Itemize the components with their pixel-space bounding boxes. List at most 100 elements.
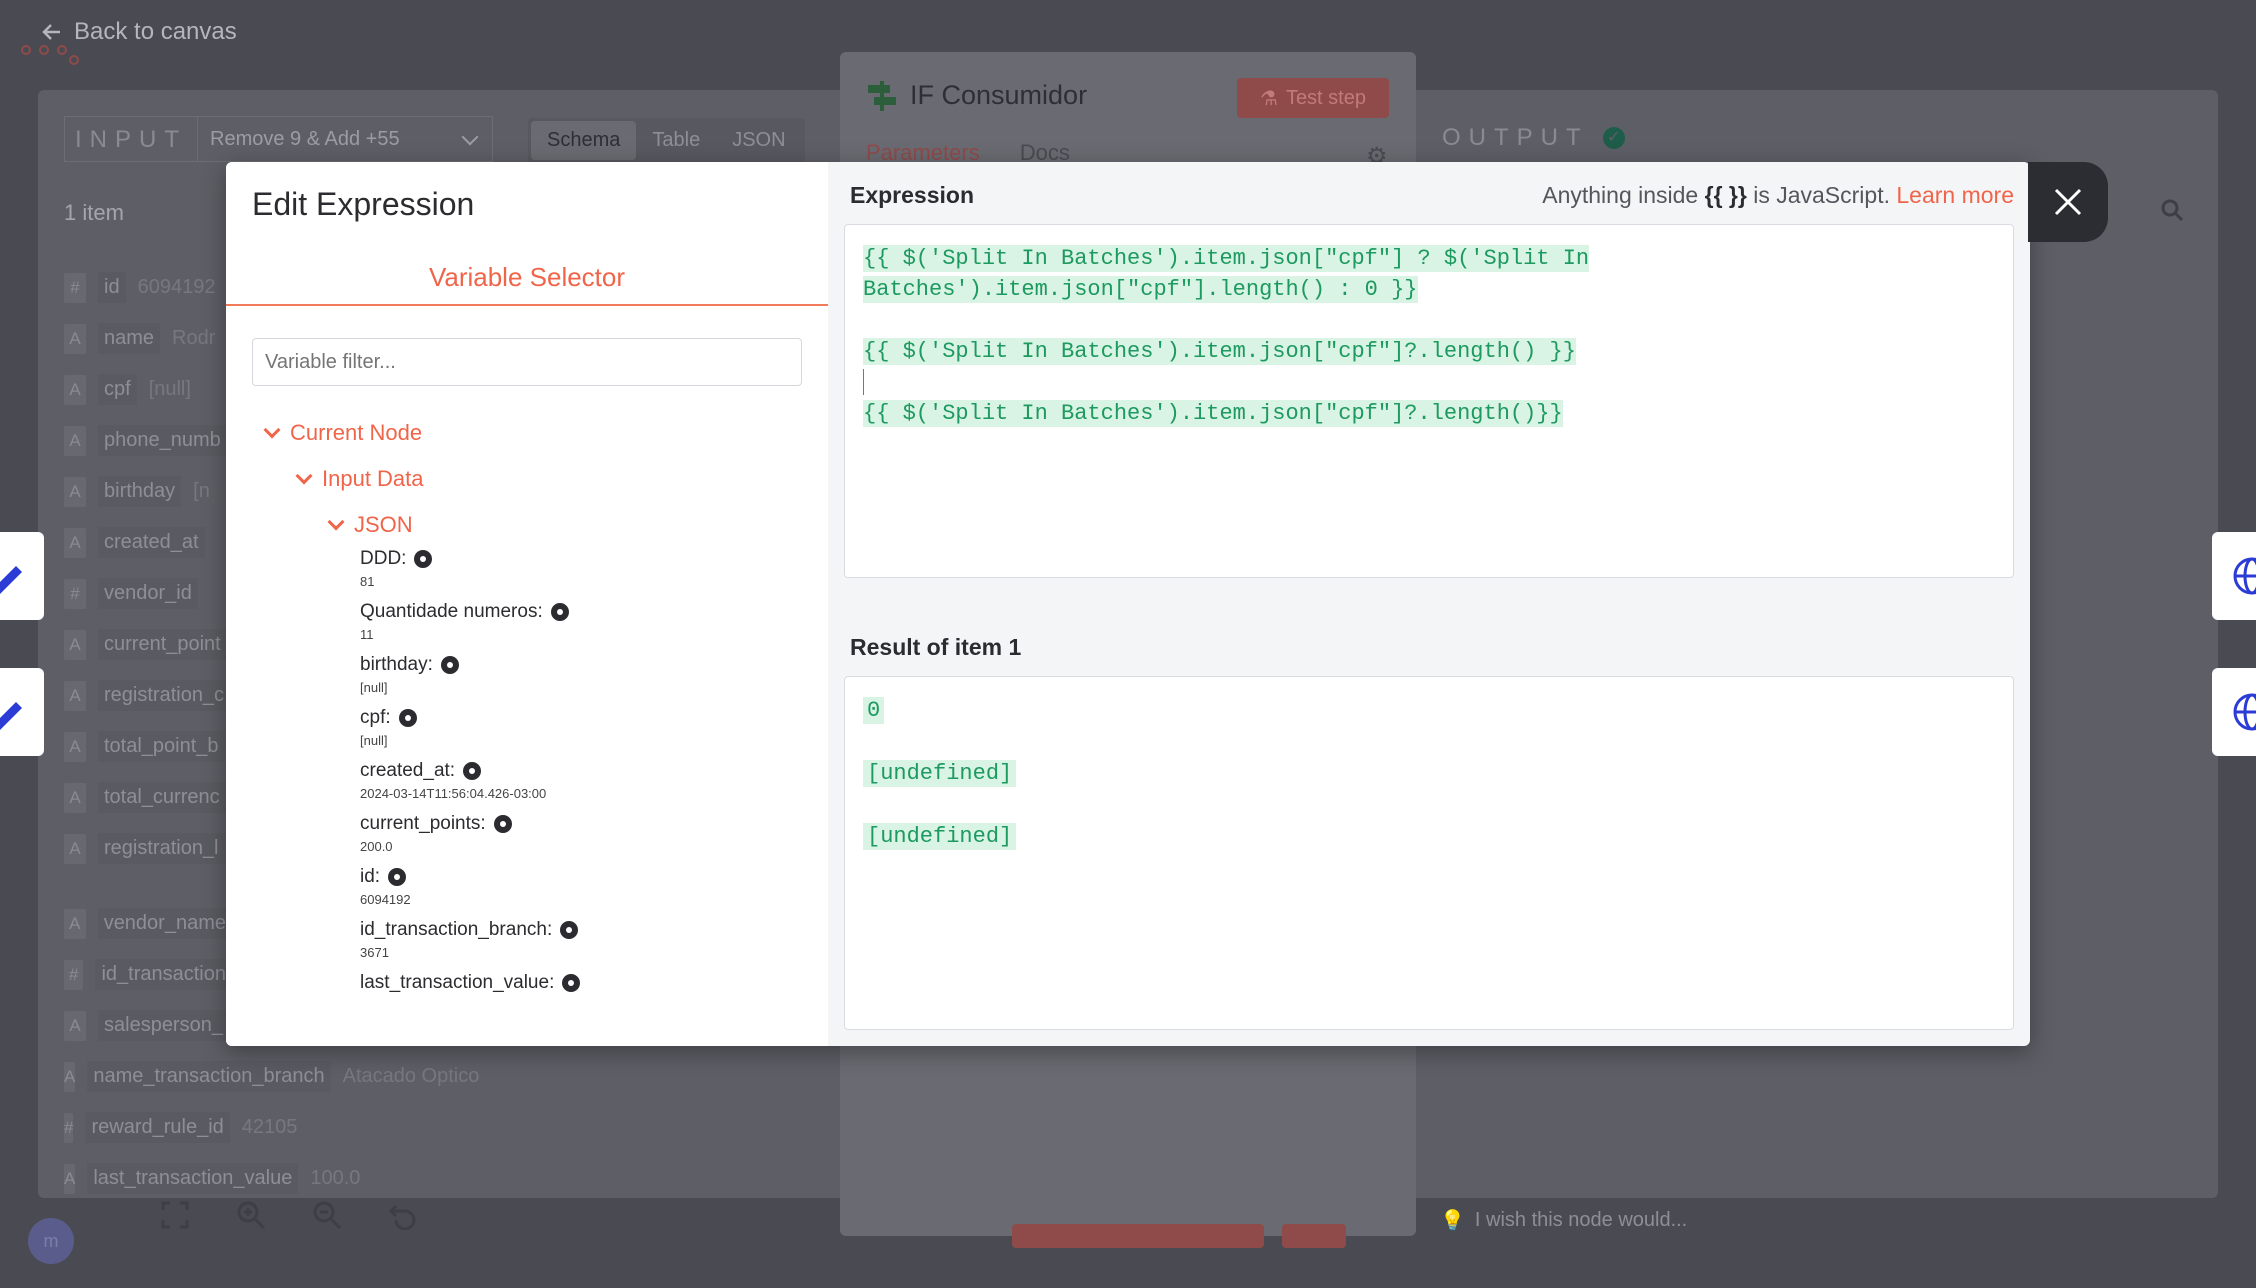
json-field[interactable]: Quantidade numeros: 11 [252, 601, 812, 642]
schema-row[interactable]: Acpf [null] [64, 364, 244, 415]
json-field-name: cpf: [360, 707, 391, 728]
field-type-icon: A [64, 833, 86, 864]
schema-row[interactable]: # id 6094192 [64, 262, 244, 313]
expression-text: Batches').item.json["cpf"].length() : 0 … [863, 276, 1418, 303]
json-field-name: birthday: [360, 654, 433, 675]
json-field-name: DDD: [360, 548, 407, 569]
field-dot-icon [388, 868, 407, 886]
chevron-down-icon [295, 467, 313, 485]
json-field[interactable]: last_transaction_value: [252, 972, 812, 994]
zoom-out-icon[interactable] [312, 1200, 342, 1230]
schema-row[interactable]: # reward_rule_id 42105 [64, 1102, 297, 1153]
input-node-select[interactable]: Remove 9 & Add +55 [197, 116, 493, 162]
field-key: name_transaction_branch [87, 1061, 331, 1092]
json-field-name-row: Quantidade numeros: [360, 601, 812, 623]
field-key: phone_numb [98, 425, 227, 456]
json-field-value: 3671 [360, 945, 389, 960]
modal-title: Edit Expression [252, 186, 475, 222]
search-icon[interactable] [2160, 198, 2184, 222]
json-field-name-row: cpf: [360, 707, 812, 729]
json-field-name: created_at: [360, 760, 456, 781]
schema-row[interactable]: Atotal_point_b [64, 721, 244, 772]
json-field-name: current_points: [360, 813, 486, 834]
edit-expression-modal: Edit Expression Variable Selector Curren… [226, 162, 2030, 1046]
field-key: vendor_name [97, 908, 232, 939]
tree-node-current-node[interactable]: Current Node [252, 410, 812, 456]
schema-row[interactable]: # vendor_id [64, 568, 244, 619]
json-field-value: 81 [360, 574, 375, 589]
tab-variable-selector[interactable]: Variable Selector [226, 252, 828, 306]
field-value: Atacado Optico [342, 1065, 480, 1087]
schema-row[interactable]: Atotal_currenc [64, 772, 244, 823]
left-node-card-bottom[interactable] [0, 668, 44, 756]
field-type-icon: A [64, 731, 86, 762]
feedback-prompt-text: I wish this node would... [1474, 1209, 1688, 1231]
json-field-value: [null] [360, 680, 388, 695]
item-count: 1 item [64, 200, 124, 225]
field-type-icon: # [64, 1112, 74, 1143]
schema-row[interactable]: Alast_transaction_value 100.0 [64, 1153, 360, 1204]
schema-row[interactable]: Aphone_numb [64, 415, 244, 466]
json-field[interactable]: id: 6094192 [252, 866, 812, 907]
json-field[interactable]: birthday: [null] [252, 654, 812, 695]
schema-row[interactable]: # id_transaction [64, 949, 244, 1000]
json-field[interactable]: DDD: 81 [252, 548, 812, 589]
schema-row[interactable]: Aregistration_l [64, 823, 244, 874]
field-type-icon: A [64, 323, 86, 354]
json-field-name-row: last_transaction_value: [360, 972, 812, 994]
check-circle-icon: ✓ [1602, 127, 1625, 149]
json-field[interactable]: created_at: 2024-03-14T11:56:04.426-03:00 [252, 760, 812, 801]
node-title: IF Consumidor [868, 80, 1087, 111]
fit-view-icon[interactable] [160, 1200, 190, 1230]
test-step-label: Test step [1285, 86, 1366, 109]
chevron-down-icon [263, 421, 281, 439]
left-node-card-top[interactable] [0, 532, 44, 620]
expression-text: {{ $('Split In Batches').item.json["cpf"… [863, 338, 1576, 365]
zoom-in-icon[interactable] [236, 1200, 266, 1230]
avatar[interactable]: m [28, 1218, 74, 1264]
right-node-card-bottom[interactable] [2212, 668, 2256, 756]
field-dot-icon [562, 974, 581, 992]
field-key: total_currenc [98, 782, 226, 813]
close-modal-button[interactable] [2028, 162, 2108, 242]
field-key: id [98, 272, 126, 303]
field-key: registration_l [98, 833, 225, 864]
test-step-button[interactable]: ⚗ Test step [1237, 78, 1389, 118]
right-node-card-top[interactable] [2212, 532, 2256, 620]
feedback-prompt[interactable]: 💡 I wish this node would... [1440, 1208, 1687, 1233]
result-value: [undefined] [863, 760, 1017, 787]
tree-node-input-data[interactable]: Input Data [252, 456, 812, 502]
expression-line: Batches').item.json["cpf"].length() : 0 … [863, 274, 1995, 305]
undo-icon[interactable] [388, 1200, 418, 1230]
field-type-icon: A [64, 425, 86, 456]
schema-row[interactable]: Aname_transaction_branch Atacado Optico [64, 1051, 479, 1102]
json-field[interactable]: current_points: 200.0 [252, 813, 812, 854]
json-field-value: 200.0 [360, 839, 393, 854]
schema-row[interactable]: Avendor_name [64, 898, 244, 949]
schema-row[interactable]: Asalesperson_ [64, 1000, 244, 1051]
view-tabs: Schema Table JSON [528, 118, 805, 163]
tab-json[interactable]: JSON [716, 121, 801, 160]
tab-table[interactable]: Table [636, 121, 716, 160]
learn-more-link[interactable]: Learn more [1896, 182, 2014, 208]
field-type-icon: A [64, 1061, 76, 1092]
schema-row[interactable]: Abirthday [n [64, 466, 244, 517]
expression-editor[interactable]: {{ $('Split In Batches').item.json["cpf"… [844, 224, 2014, 578]
json-field-name: id_transaction_branch: [360, 919, 553, 940]
field-type-icon: A [64, 527, 86, 558]
json-field[interactable]: id_transaction_branch: 3671 [252, 919, 812, 960]
tab-schema[interactable]: Schema [531, 121, 637, 160]
schema-list: # id 6094192 Aname Rodr Acpf [null] Aphone_numb… [64, 262, 479, 1204]
tree-node-json[interactable]: JSON [252, 502, 812, 548]
schema-row[interactable]: Aregistration_c [64, 670, 244, 721]
field-type-icon: A [64, 1010, 86, 1041]
field-type-icon: # [64, 272, 86, 303]
json-field[interactable]: cpf: [null] [252, 707, 812, 748]
field-dot-icon [440, 656, 459, 674]
variable-filter-input[interactable] [252, 338, 802, 386]
schema-row[interactable]: Aname Rodr [64, 313, 244, 364]
field-dot-icon [493, 815, 512, 833]
schema-row[interactable]: Acreated_at [64, 517, 244, 568]
schema-row[interactable]: Acurrent_point [64, 619, 244, 670]
variable-tree: Current Node Input Data JSON DDD: 81 Quant… [252, 410, 812, 1046]
